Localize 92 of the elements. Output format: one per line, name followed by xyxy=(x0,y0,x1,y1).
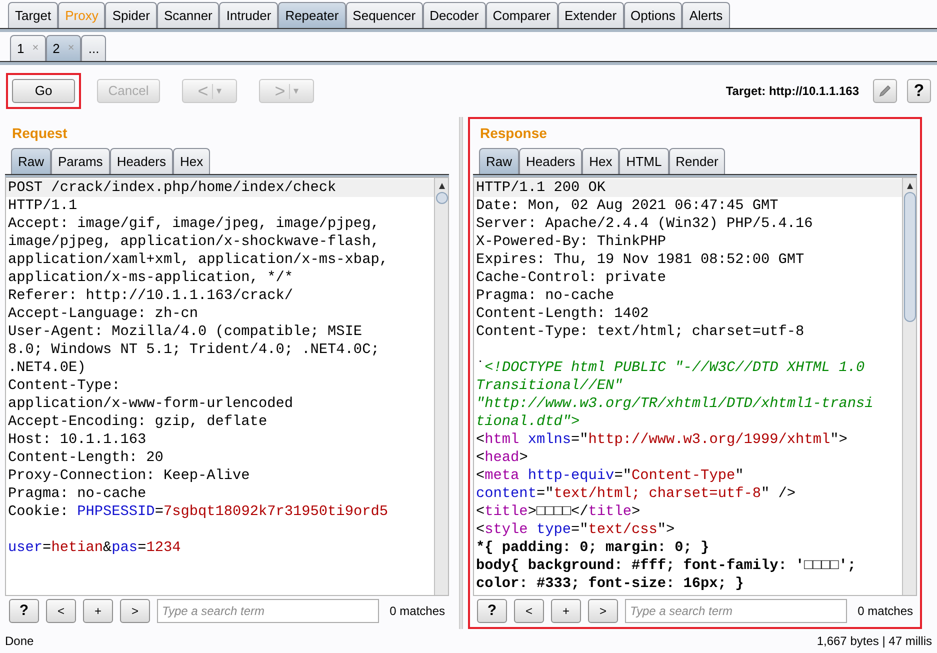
pencil-icon xyxy=(878,84,892,98)
code-line: <title>□□□□</title> xyxy=(475,503,642,521)
code-line: image/pjpeg, application/x-shockwave-flash, xyxy=(7,233,380,251)
panel-title: Request xyxy=(11,124,68,143)
code-line: application/xaml+xml, application/x-ms-xbap, xyxy=(7,251,389,269)
code-line: X-Powered-By: ThinkPHP xyxy=(475,233,667,251)
tab[interactable]: Comparer xyxy=(486,2,558,28)
code-line: Content-Type: text/html; charset=utf-8 xyxy=(475,323,806,341)
code-line: "http://www.w3.org/TR/xhtml1/DTD/xhtml1-transi xyxy=(475,395,874,413)
scrollbar[interactable] xyxy=(902,178,916,595)
code-line: Accept-Encoding: gzip, deflate xyxy=(7,413,268,431)
tab[interactable]: HTML xyxy=(619,148,669,174)
response-stats: 1,667 bytes | 47 millis xyxy=(816,633,932,650)
next-button[interactable]: > xyxy=(588,599,618,623)
code-line: Server: Apache/2.4.4 (Win32) PHP/5.4.16 xyxy=(475,215,814,233)
code-line: 8.0; Windows NT 5.1; Trident/4.0; .NET4.0C; xyxy=(7,341,380,359)
add-button[interactable]: + xyxy=(83,599,113,623)
code-line: Expires: Thu, 19 Nov 1981 08:52:00 GMT xyxy=(475,251,806,269)
scroll-up-icon[interactable] xyxy=(906,182,914,190)
tab[interactable]: Extender xyxy=(558,2,624,28)
code-line: Cache-Control: private xyxy=(475,269,667,287)
previous-button[interactable]: < xyxy=(514,599,544,623)
code-line: Content-Length: 20 xyxy=(7,449,164,467)
code-line: .NET4.0E) xyxy=(7,359,87,377)
code-line: <style type="text/css"> xyxy=(475,521,676,539)
tab[interactable]: Options xyxy=(624,2,682,28)
code-line: Accept: image/gif, image/jpeg, image/pjpeg, xyxy=(7,215,380,233)
tab[interactable]: 1 × xyxy=(10,35,46,61)
tab[interactable]: Hex xyxy=(582,148,620,174)
code-line: <head> xyxy=(475,449,529,467)
code-line: Content-Length: 1402 xyxy=(475,305,650,323)
code-line: ˙<!DOCTYPE html PUBLIC "-//W3C//DTD XHTML 1.0 xyxy=(475,359,866,377)
previous-button[interactable]: < xyxy=(46,599,76,623)
panel-title: Response xyxy=(479,124,548,143)
code-line: tional.dtd"> xyxy=(475,413,581,431)
tab[interactable]: Sequencer xyxy=(346,2,423,28)
tab[interactable]: Target xyxy=(8,2,58,28)
text-editor[interactable] xyxy=(473,177,917,596)
code-line: Proxy-Connection: Keep-Alive xyxy=(7,467,251,485)
add-button[interactable]: + xyxy=(551,599,581,623)
code-line: <meta http-equiv="Content-Type" xyxy=(475,467,745,485)
tab[interactable]: Headers xyxy=(110,148,173,174)
code-line: application/x-ms-application, */* xyxy=(7,269,294,287)
code-line: User-Agent: Mozilla/4.0 (compatible; MSIE xyxy=(7,323,364,341)
target-label: Target: http://10.1.1.163 xyxy=(726,83,859,100)
tab[interactable]: ... xyxy=(81,35,106,61)
code-line: application/x-www-form-urlencoded xyxy=(7,395,294,413)
help-button[interactable]: ? xyxy=(9,599,39,623)
code-line: user=hetian&pas=1234 xyxy=(7,539,182,557)
search-field[interactable]: Type a search term xyxy=(625,599,847,623)
tab[interactable]: Headers xyxy=(519,148,582,174)
tab[interactable]: Decoder xyxy=(422,2,486,28)
tab[interactable]: Hex xyxy=(172,148,210,174)
edit-button[interactable] xyxy=(873,79,897,103)
code-line: <html xmlns="http://www.w3.org/1999/xhtml"> xyxy=(475,431,848,449)
code-line: Cookie: PHPSESSID=7sgbqt18092k7r31950ti9ord5 xyxy=(7,503,389,521)
next-button[interactable]: > xyxy=(120,599,150,623)
code-line: Date: Mon, 02 Aug 2021 06:47:45 GMT xyxy=(475,197,780,215)
tab[interactable]: Raw xyxy=(479,148,520,174)
code-line: content="text/html; charset=utf-8" /> xyxy=(475,485,797,503)
code-line: Transitional//EN" xyxy=(475,377,624,395)
text-editor[interactable] xyxy=(5,177,449,596)
tab[interactable]: Params xyxy=(51,148,110,174)
scrollbar-thumb[interactable] xyxy=(436,192,448,204)
search-field[interactable]: Type a search term xyxy=(157,599,379,623)
code-line: Referer: http://10.1.1.163/crack/ xyxy=(7,287,294,305)
code-line: Host: 10.1.1.163 xyxy=(7,431,148,449)
help-button[interactable]: ? xyxy=(907,79,931,103)
code-line: Pragma: no-cache xyxy=(475,287,616,305)
tab[interactable]: Render xyxy=(668,148,726,174)
status-text: Done xyxy=(5,633,34,650)
scrollbar[interactable] xyxy=(434,178,448,595)
tab[interactable]: 2 × xyxy=(46,35,82,61)
help-button[interactable]: ? xyxy=(477,599,507,623)
tab[interactable]: Intruder xyxy=(219,2,278,28)
code-line: *{ padding: 0; margin: 0; } xyxy=(475,539,710,557)
tab[interactable]: Raw xyxy=(11,148,52,174)
match-count: 0 matches xyxy=(390,603,445,620)
code-line: Pragma: no-cache xyxy=(7,485,148,503)
code-line: Accept-Language: zh-cn xyxy=(7,305,199,323)
tab[interactable]: Repeater xyxy=(278,2,346,28)
tab[interactable]: Alerts xyxy=(682,2,730,28)
code-line: HTTP/1.1 xyxy=(7,197,78,215)
code-line: color: #333; font-size: 16px; } xyxy=(475,575,745,593)
tab[interactable]: Scanner xyxy=(156,2,220,28)
code-line: Content-Type: xyxy=(7,377,122,395)
code-line: body{ background: #fff; font-family: '□□□□'; xyxy=(475,557,857,575)
match-count: 0 matches xyxy=(858,603,913,620)
scroll-up-icon[interactable] xyxy=(438,182,446,190)
tab[interactable]: Spider xyxy=(105,2,157,28)
scrollbar-thumb[interactable] xyxy=(904,192,916,322)
toolbar-button[interactable]: Go xyxy=(12,79,75,103)
